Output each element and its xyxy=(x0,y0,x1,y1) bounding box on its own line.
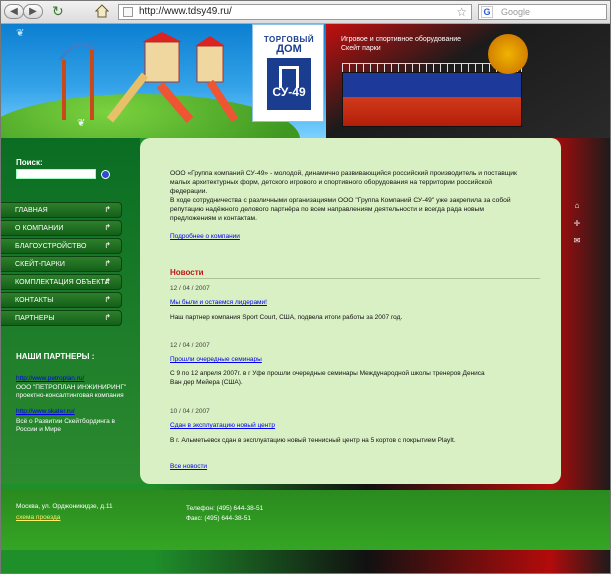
menu-item-about[interactable]: О КОМПАНИИ ↱ xyxy=(0,220,122,236)
news-header: Новости xyxy=(170,268,204,277)
intro-text-line: В ходе сотрудничества с различными орган… xyxy=(170,197,511,204)
search-label: Поиск: xyxy=(16,158,43,167)
playground-equipment-image xyxy=(58,32,239,123)
menu-item-label: КОНТАКТЫ xyxy=(15,297,54,304)
reload-icon[interactable]: ↻ xyxy=(52,3,64,19)
skate-ramp-image xyxy=(342,72,522,127)
news-text: Наш партнер компания Sport Court, США, п… xyxy=(170,314,403,321)
menu-item-partners[interactable]: ПАРТНЕРЫ ↱ xyxy=(0,310,122,326)
header-tagline-2: Скейт парки xyxy=(341,45,381,52)
footer-phone: Телефон: (495) 644-38-51 xyxy=(186,505,264,512)
menu-item-label: СКЕЙТ-ПАРКИ xyxy=(15,261,66,268)
arrow-icon: ↱ xyxy=(104,313,111,322)
news-date: 12 / 04 / 2007 xyxy=(170,285,210,292)
arrow-icon: ↱ xyxy=(104,205,111,214)
browser-toolbar: ◀ ▶ ↻ http://www.tdsy49.ru/ ☆ G Google xyxy=(0,0,611,24)
home-icon[interactable] xyxy=(95,4,109,18)
news-date: 10 / 04 / 2007 xyxy=(170,408,210,415)
butterfly-icon: ❦ xyxy=(77,118,86,129)
menu-item-label: ГЛАВНАЯ xyxy=(15,207,48,214)
home-icon[interactable]: ⌂ xyxy=(572,201,582,211)
page-favicon xyxy=(123,7,133,17)
menu-item-contacts[interactable]: КОНТАКТЫ ↱ xyxy=(0,292,122,308)
browser-window: ◀ ▶ ↻ http://www.tdsy49.ru/ ☆ G Google ❦… xyxy=(0,0,611,574)
menu-item-home[interactable]: ГЛАВНАЯ ↱ xyxy=(0,202,122,218)
menu-item-skateparks[interactable]: СКЕЙТ-ПАРКИ ↱ xyxy=(0,256,122,272)
sitemap-icon[interactable]: ✛ xyxy=(572,219,582,229)
skater-image xyxy=(488,34,528,74)
arrow-icon: ↱ xyxy=(104,295,111,304)
intro-text-line: ООО «Группа компаний СУ-49» - молодой, д… xyxy=(170,170,517,177)
google-icon[interactable]: G xyxy=(481,6,493,18)
search-placeholder: Google xyxy=(501,7,531,17)
news-title-link[interactable]: Мы были и остаемся лидерами! xyxy=(170,299,267,306)
news-title-link[interactable]: Сдан в эксплуатацию новый центр xyxy=(170,422,275,429)
news-text: В г. Альметьевск сдан в эксплуатацию нов… xyxy=(170,437,456,444)
intro-text-line: малых архитектурных форм, детского игров… xyxy=(170,179,493,186)
menu-item-label: КОМПЛЕКТАЦИЯ ОБЪЕКТА xyxy=(15,279,110,286)
menu-item-landscaping[interactable]: БЛАГОУСТРОЙСТВО ↱ xyxy=(0,238,122,254)
logo-text-middle: ДОМ xyxy=(276,43,302,55)
browser-search-input[interactable]: G Google xyxy=(478,4,607,20)
back-button[interactable]: ◀ xyxy=(4,4,24,19)
url-text: http://www.tdsy49.ru/ xyxy=(139,6,232,17)
site-search-input[interactable] xyxy=(16,169,96,179)
menu-item-label: О КОМПАНИИ xyxy=(15,225,64,232)
search-go-button[interactable] xyxy=(101,170,110,179)
mail-icon[interactable]: ✉ xyxy=(572,236,582,246)
bookmark-star-icon[interactable]: ☆ xyxy=(456,5,467,19)
logo-emblem xyxy=(267,58,311,110)
intro-text-line: федерации. xyxy=(170,188,208,195)
news-date: 12 / 04 / 2007 xyxy=(170,342,210,349)
address-bar[interactable]: http://www.tdsy49.ru/ ☆ xyxy=(118,4,472,20)
footer-fax: Факс: (495) 644-38-51 xyxy=(186,515,251,522)
news-text: С 9 по 12 апреля 2007г. в г Уфе прошли о… xyxy=(170,370,485,377)
header-tagline-1: Игровое и спортивное оборудование xyxy=(341,36,462,43)
partner-description: России и Мире xyxy=(16,426,61,433)
partners-header: НАШИ ПАРТНЕРЫ : xyxy=(16,352,95,361)
arrow-icon: ↱ xyxy=(104,277,111,286)
all-news-link[interactable]: Все новости xyxy=(170,463,207,470)
intro-text-line: предложениям и контактам. xyxy=(170,215,258,222)
news-text: Ван дер Мейера (США). xyxy=(170,379,243,386)
partner-description: Всё о Развитии Скейтбординга в xyxy=(16,418,115,425)
arrow-icon: ↱ xyxy=(104,223,111,232)
arrow-icon: ↱ xyxy=(104,241,111,250)
menu-item-equipment[interactable]: КОМПЛЕКТАЦИЯ ОБЪЕКТА ↱ xyxy=(0,274,122,290)
map-link[interactable]: схема проезда xyxy=(16,514,60,521)
page-footer xyxy=(0,490,611,550)
intro-text-line: репутацию надёжного делового партнёра по… xyxy=(170,206,484,213)
butterfly-icon: ❦ xyxy=(16,28,25,39)
about-company-link[interactable]: Подробнее о компании xyxy=(170,233,240,240)
news-divider xyxy=(170,278,540,279)
forward-button[interactable]: ▶ xyxy=(23,4,43,19)
menu-item-label: ПАРТНЕРЫ xyxy=(15,315,55,322)
partner-name: ООО "ПЕТРОПЛАН ИНЖИНИРИНГ" xyxy=(16,384,127,391)
partner-link[interactable]: http://www.skater.ru/ xyxy=(16,408,75,415)
news-title-link[interactable]: Прошли очередные семинары xyxy=(170,356,262,363)
company-logo[interactable]: ТОРГОВЫЙ ДОМ СУ-49 xyxy=(252,24,324,122)
arrow-icon: ↱ xyxy=(104,259,111,268)
partner-description: проектно-консалтинговая компания xyxy=(16,392,124,399)
footer-address: Москва, ул. Орджоникидзе, д.11 xyxy=(16,503,113,510)
logo-text-bottom: СУ-49 xyxy=(272,85,306,99)
menu-item-label: БЛАГОУСТРОЙСТВО xyxy=(15,243,87,250)
partner-link[interactable]: http://www.petroplan.ru/ xyxy=(16,375,84,382)
